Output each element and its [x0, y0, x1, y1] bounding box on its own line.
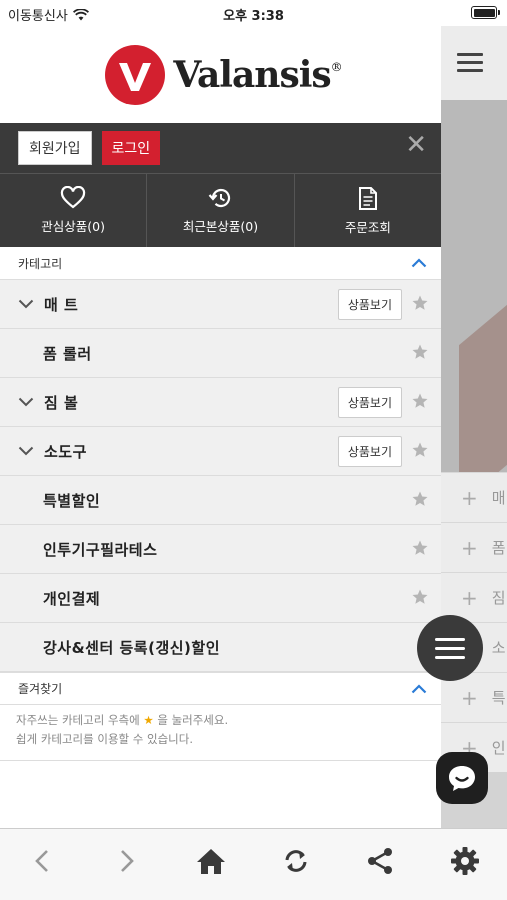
forward-button[interactable] [107, 841, 147, 881]
chevron-down-icon[interactable] [18, 299, 40, 309]
category-label: 특별할인 [43, 491, 101, 510]
refresh-icon [285, 849, 307, 872]
favorites-section-header[interactable]: 즐겨찾기 [0, 672, 441, 705]
favorites-hint: 자주쓰는 카테고리 우측에 ★ 을 눌러주세요. 쉽게 카테고리를 이용할 수 … [0, 705, 441, 761]
category-item-small-tools[interactable]: 소도구 상품보기 [0, 427, 441, 476]
quick-links: 관심상품(0) 최근본상품(0) 주문조회 [0, 173, 441, 247]
recent-items-link[interactable]: 최근본상품(0) [147, 174, 295, 247]
brand-logo[interactable]: Valansis® [0, 26, 441, 123]
chevron-down-icon[interactable] [18, 397, 40, 407]
background-header [441, 26, 507, 100]
background-banner [441, 100, 507, 472]
settings-icon [450, 846, 479, 875]
category-item-foam-roller[interactable]: 폼 롤러 [0, 329, 441, 378]
document-icon [358, 186, 377, 210]
join-button[interactable]: 회원가입 [18, 131, 92, 165]
star-icon[interactable] [411, 490, 429, 508]
settings-button[interactable] [445, 841, 485, 881]
clock: 오후 3:38 [223, 9, 284, 24]
view-products-button[interactable]: 상품보기 [337, 387, 402, 418]
forward-icon [120, 849, 134, 872]
category-item-pilates[interactable]: 인투기구필라테스 [0, 525, 441, 574]
star-icon[interactable] [411, 588, 429, 606]
favorites-hint-line1: 자주쓰는 카테고리 우측에 ★ 을 눌러주세요. [16, 713, 229, 727]
battery-icon [471, 6, 500, 19]
background-row: + 폼 [441, 522, 507, 572]
star-icon: ★ [143, 713, 154, 727]
background-page: +매 +폼 +짐 +소 +특 +인 [441, 26, 507, 828]
floating-menu-button[interactable] [417, 615, 483, 681]
category-label: 폼 롤러 [43, 344, 92, 363]
auth-bar: 회원가입 로그인 ✕ [0, 123, 441, 173]
wishlist-link[interactable]: 관심상품(0) [0, 174, 148, 247]
star-icon[interactable] [411, 343, 429, 361]
star-icon[interactable] [411, 294, 429, 312]
refresh-button[interactable] [276, 841, 316, 881]
category-list: 매 트 상품보기 폼 롤러 짐 볼 상품보기 소도구 상품보기 특별할인 인투기… [0, 280, 441, 672]
login-button[interactable]: 로그인 [101, 131, 161, 165]
background-row: + 매 [441, 472, 507, 522]
view-products-button[interactable]: 상품보기 [337, 436, 402, 467]
chevron-down-icon[interactable] [18, 446, 40, 456]
favorites-hint-line2: 쉽게 카테고리를 이용할 수 있습니다. [16, 732, 193, 746]
back-button[interactable] [22, 841, 62, 881]
home-button[interactable] [191, 841, 231, 881]
favorites-section-title: 즐겨찾기 [18, 682, 63, 696]
category-label: 강사&센터 등록(갱신)할인 [43, 638, 221, 657]
logo-mark-icon [105, 44, 166, 105]
share-icon [368, 847, 393, 874]
star-icon[interactable] [411, 392, 429, 410]
history-icon [209, 188, 231, 208]
category-label: 매 트 [44, 295, 79, 314]
chevron-up-icon[interactable] [411, 258, 427, 268]
category-label: 짐 볼 [44, 393, 79, 412]
heart-icon [61, 186, 86, 209]
category-item-mat[interactable]: 매 트 상품보기 [0, 280, 441, 329]
background-menu-icon [457, 53, 483, 77]
star-icon[interactable] [411, 441, 429, 459]
side-drawer: Valansis® 회원가입 로그인 ✕ 관심상품(0) 최근본상품(0) 주문… [0, 26, 441, 828]
view-products-button[interactable]: 상품보기 [337, 289, 402, 320]
close-icon[interactable]: ✕ [405, 132, 427, 158]
category-label: 인투기구필라테스 [43, 540, 158, 559]
order-lookup-link[interactable]: 주문조회 [295, 174, 441, 247]
logo-wordmark: Valansis® [173, 53, 342, 96]
chat-bubble-icon [449, 766, 475, 791]
category-item-special-sale[interactable]: 특별할인 [0, 476, 441, 525]
category-label: 개인결제 [43, 589, 101, 608]
category-section-header[interactable]: 카테고리 [0, 247, 441, 280]
chevron-up-icon[interactable] [411, 683, 427, 694]
bottom-toolbar [0, 828, 507, 900]
status-bar: 이동통신사 오후 3:38 [0, 0, 507, 26]
chat-button[interactable] [436, 752, 488, 804]
category-item-gym-ball[interactable]: 짐 볼 상품보기 [0, 378, 441, 427]
category-section-title: 카테고리 [18, 256, 63, 271]
back-icon [35, 849, 49, 872]
category-item-personal-payment[interactable]: 개인결제 [0, 574, 441, 623]
category-item-instructor-discount[interactable]: 강사&센터 등록(갱신)할인 [0, 623, 441, 672]
star-icon[interactable] [411, 539, 429, 557]
home-icon [197, 848, 226, 874]
share-button[interactable] [360, 841, 400, 881]
category-label: 소도구 [44, 442, 87, 461]
